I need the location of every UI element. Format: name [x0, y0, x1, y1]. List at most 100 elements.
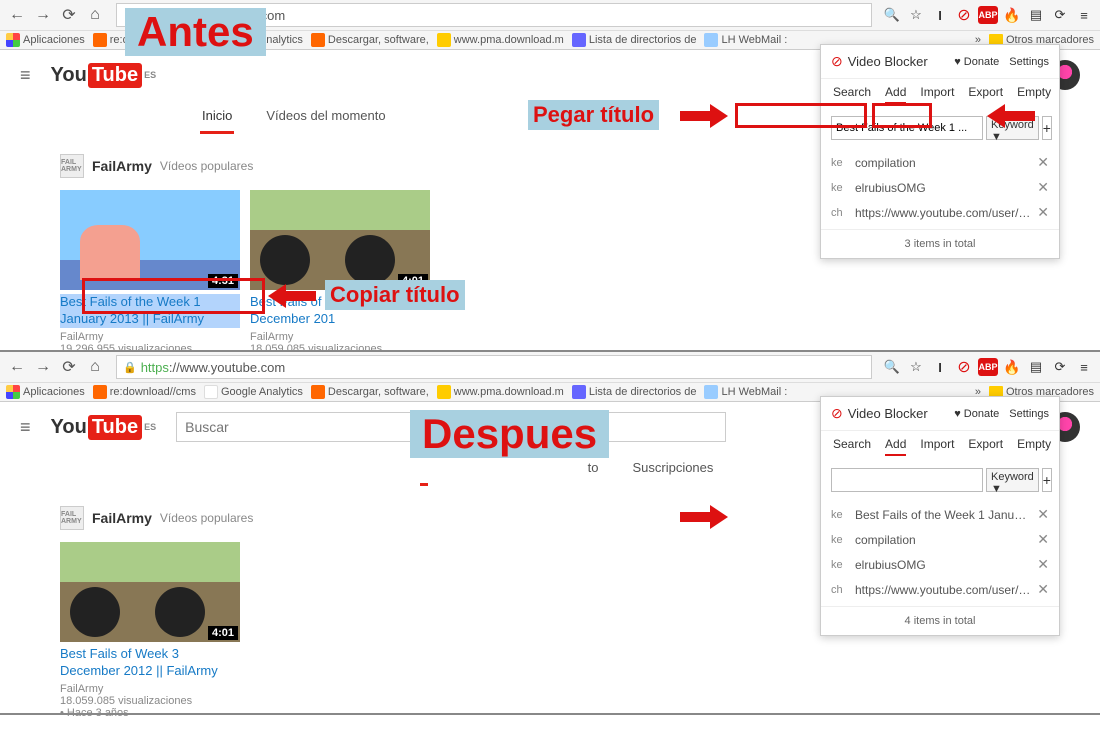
highlight-input — [735, 103, 867, 128]
bookmark-webmail[interactable]: LH WebMail : — [704, 33, 787, 47]
info-icon[interactable]: I — [930, 5, 950, 25]
bookmark-apps[interactable]: Aplicaciones — [6, 385, 85, 399]
tab-empty[interactable]: Empty — [1017, 437, 1051, 456]
back-button[interactable]: ← — [6, 356, 28, 378]
antes-section: ← → ⟳ ⌂ 🔒 https://www.youtube.com 🔍 ☆ I … — [0, 0, 1100, 352]
ratings-icon[interactable]: 🔥 — [1002, 357, 1022, 377]
settings-link[interactable]: Settings — [1009, 56, 1049, 68]
block-icon: ⊘ — [831, 53, 843, 70]
forward-button[interactable]: → — [32, 4, 54, 26]
youtube-logo[interactable]: YouTubeES — [51, 63, 157, 88]
video-item: 4:01 Best Fails of Week 3 December 2012 … — [60, 542, 240, 719]
donate-link[interactable]: ♥ Donate — [954, 56, 999, 68]
video-author[interactable]: FailArmy — [60, 331, 240, 343]
add-button[interactable]: + — [1042, 468, 1052, 492]
hamburger-icon[interactable]: ≡ — [20, 65, 31, 86]
video-thumbnail[interactable]: 4:31 — [60, 190, 240, 290]
url-bar[interactable]: 🔒 https://www.youtube.com — [116, 355, 872, 379]
channel-subtitle: Vídeos populares — [160, 511, 253, 525]
reload-button[interactable]: ⟳ — [58, 4, 80, 26]
list-item: keBest Fails of the Week 1 January 2...✕ — [821, 502, 1059, 527]
delete-icon[interactable]: ✕ — [1037, 154, 1049, 171]
channel-name[interactable]: FailArmy — [92, 158, 152, 174]
tab-export[interactable]: Export — [968, 85, 1003, 104]
blocked-list: keBest Fails of the Week 1 January 2...✕… — [821, 498, 1059, 606]
home-button[interactable]: ⌂ — [84, 356, 106, 378]
channel-icon[interactable]: FAIL ARMY — [60, 506, 84, 530]
arrow-right — [680, 505, 730, 529]
folder-icon — [311, 33, 325, 47]
bookmark-pma[interactable]: www.pma.download.m — [437, 33, 564, 47]
lock-icon: 🔒 — [123, 361, 137, 374]
tab-add[interactable]: Add — [885, 85, 906, 104]
home-button[interactable]: ⌂ — [84, 4, 106, 26]
forward-button[interactable]: → — [32, 356, 54, 378]
tab-search[interactable]: Search — [833, 85, 871, 104]
video-title[interactable]: Best Fails of Week 3 December 2012 || Fa… — [60, 646, 240, 680]
bookmark-directorios[interactable]: Lista de directorios de — [572, 33, 697, 47]
bookmark-apps[interactable]: Aplicaciones — [6, 33, 85, 47]
browser-chrome: ← → ⟳ ⌂ 🔒 https://www.youtube.com 🔍 ☆ I … — [0, 352, 1100, 402]
bookmark-webmail[interactable]: LH WebMail : — [704, 385, 787, 399]
annotation-copiar: Copiar título — [325, 280, 465, 310]
add-button[interactable]: + — [1042, 116, 1052, 140]
video-thumbnail[interactable]: 4:01 — [250, 190, 430, 290]
ratings-icon[interactable]: 🔥 — [1002, 5, 1022, 25]
tab-import[interactable]: Import — [920, 437, 954, 456]
type-select[interactable]: Keyword ▼ — [986, 468, 1039, 492]
star-icon[interactable]: ☆ — [906, 357, 926, 377]
reload-button[interactable]: ⟳ — [58, 356, 80, 378]
back-button[interactable]: ← — [6, 4, 28, 26]
donate-link[interactable]: ♥ Donate — [954, 408, 999, 420]
rss-icon[interactable]: ⟳ — [1050, 357, 1070, 377]
delete-icon[interactable]: ✕ — [1037, 581, 1049, 598]
delete-icon[interactable]: ✕ — [1037, 179, 1049, 196]
tab-empty[interactable]: Empty — [1017, 85, 1051, 104]
annotation-despues: Despues — [410, 410, 609, 458]
video-author[interactable]: FailArmy — [60, 683, 240, 695]
channel-name[interactable]: FailArmy — [92, 510, 152, 526]
keyword-input[interactable] — [831, 468, 983, 492]
bookmark-directorios[interactable]: Lista de directorios de — [572, 385, 697, 399]
ext-icon-1[interactable]: ▤ — [1026, 5, 1046, 25]
menu-icon[interactable]: ≡ — [1074, 5, 1094, 25]
tab-search[interactable]: Search — [833, 437, 871, 456]
zoom-icon[interactable]: 🔍 — [882, 357, 902, 377]
rss-icon[interactable]: ⟳ — [1050, 5, 1070, 25]
delete-icon[interactable]: ✕ — [1037, 204, 1049, 221]
nav-inicio[interactable]: Inicio — [200, 100, 234, 134]
bookmark-pma[interactable]: www.pma.download.m — [437, 385, 564, 399]
hamburger-icon[interactable]: ≡ — [20, 417, 31, 438]
item-count: 4 items in total — [821, 606, 1059, 635]
bookmark-ganalytics[interactable]: Google Analytics — [204, 385, 303, 399]
video-age: • Hace 3 años — [60, 707, 240, 719]
tab-import[interactable]: Import — [920, 85, 954, 104]
bookmark-redownload[interactable]: re:download//cms — [93, 385, 196, 399]
nav-suscripciones[interactable]: Suscripciones — [630, 452, 715, 486]
info-icon[interactable]: I — [930, 357, 950, 377]
star-icon[interactable]: ☆ — [906, 5, 926, 25]
menu-icon[interactable]: ≡ — [1074, 357, 1094, 377]
video-blocker-icon[interactable]: ⊘ — [954, 357, 974, 377]
video-blocker-icon[interactable]: ⊘ — [954, 5, 974, 25]
delete-icon[interactable]: ✕ — [1037, 506, 1049, 523]
abp-icon[interactable]: ABP — [978, 358, 998, 376]
delete-icon[interactable]: ✕ — [1037, 531, 1049, 548]
youtube-logo[interactable]: YouTubeES — [51, 415, 157, 440]
channel-icon[interactable]: FAIL ARMY — [60, 154, 84, 178]
abp-icon[interactable]: ABP — [978, 6, 998, 24]
ext-icon-1[interactable]: ▤ — [1026, 357, 1046, 377]
delete-icon[interactable]: ✕ — [1037, 556, 1049, 573]
tab-export[interactable]: Export — [968, 437, 1003, 456]
nav-videos[interactable]: Vídeos del momento — [264, 100, 387, 134]
video-thumbnail[interactable]: 4:01 — [60, 542, 240, 642]
channel-subtitle: Vídeos populares — [160, 159, 253, 173]
highlight-title — [82, 278, 265, 314]
settings-link[interactable]: Settings — [1009, 408, 1049, 420]
list-item: keelrubiusOMG✕ — [821, 552, 1059, 577]
zoom-icon[interactable]: 🔍 — [882, 5, 902, 25]
bookmark-descargar[interactable]: Descargar, software, — [311, 33, 429, 47]
bookmark-descargar[interactable]: Descargar, software, — [311, 385, 429, 399]
tab-add[interactable]: Add — [885, 437, 906, 456]
video-author[interactable]: FailArmy — [250, 331, 430, 343]
